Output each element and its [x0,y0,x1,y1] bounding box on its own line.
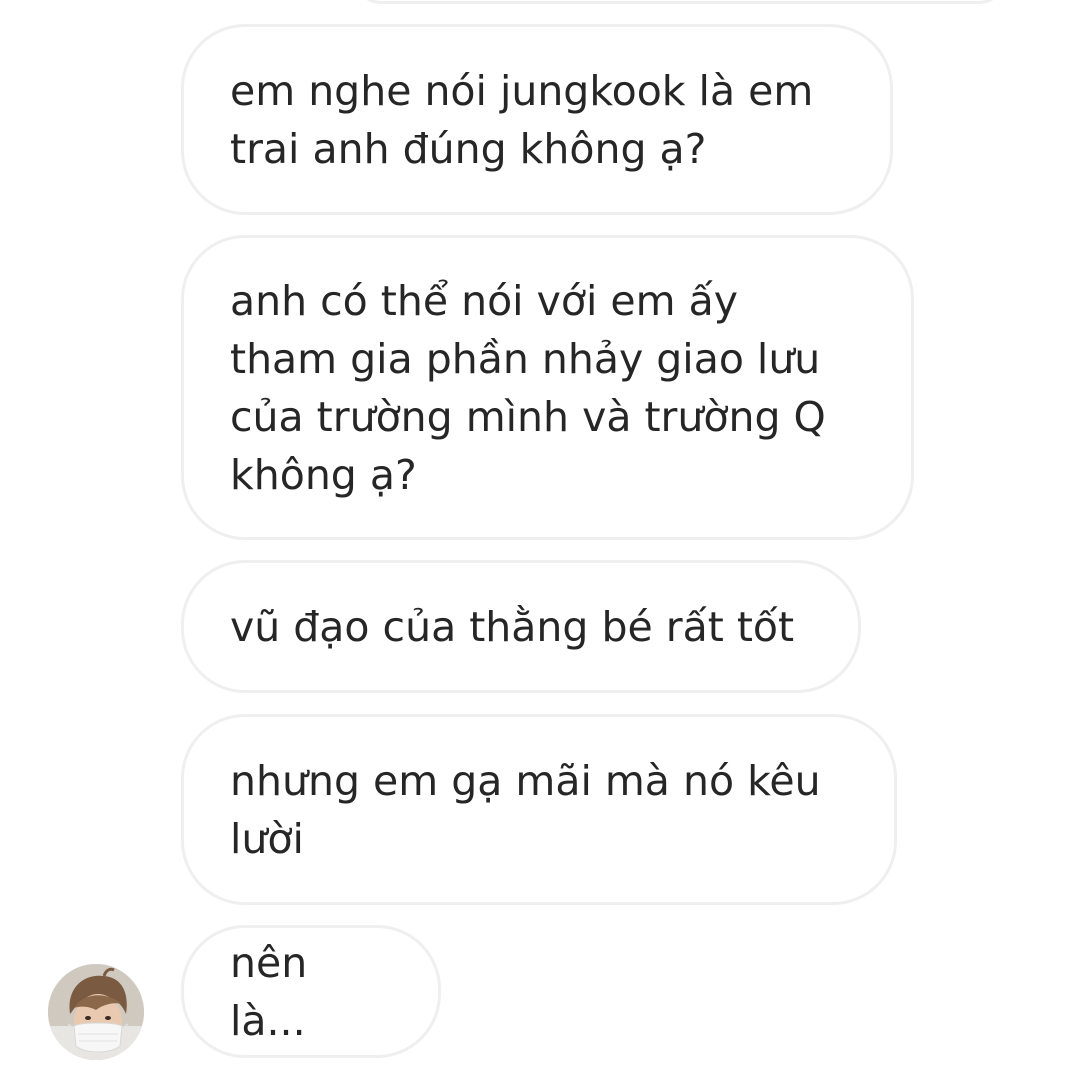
previous-message-bubble[interactable] [350,0,1010,4]
message-text: anh có thể nói với em ấy tham gia phần n… [230,276,826,499]
message-text: nhưng em gạ mãi mà nó kêu lười [230,756,821,863]
avatar-photo-icon [48,964,144,1060]
message-text: vũ đạo của thằng bé rất tốt [230,602,795,651]
sender-avatar[interactable] [48,964,144,1060]
message-bubble[interactable]: nên là... [181,925,441,1058]
message-bubble[interactable]: anh có thể nói với em ấy tham gia phần n… [181,235,914,540]
message-bubble[interactable]: vũ đạo của thằng bé rất tốt [181,560,861,693]
message-bubble[interactable]: em nghe nói jungkook là em trai anh đúng… [181,24,893,215]
message-text: em nghe nói jungkook là em trai anh đúng… [230,66,814,173]
message-text: nên là... [230,938,308,1045]
message-bubble[interactable]: nhưng em gạ mãi mà nó kêu lười [181,714,897,905]
